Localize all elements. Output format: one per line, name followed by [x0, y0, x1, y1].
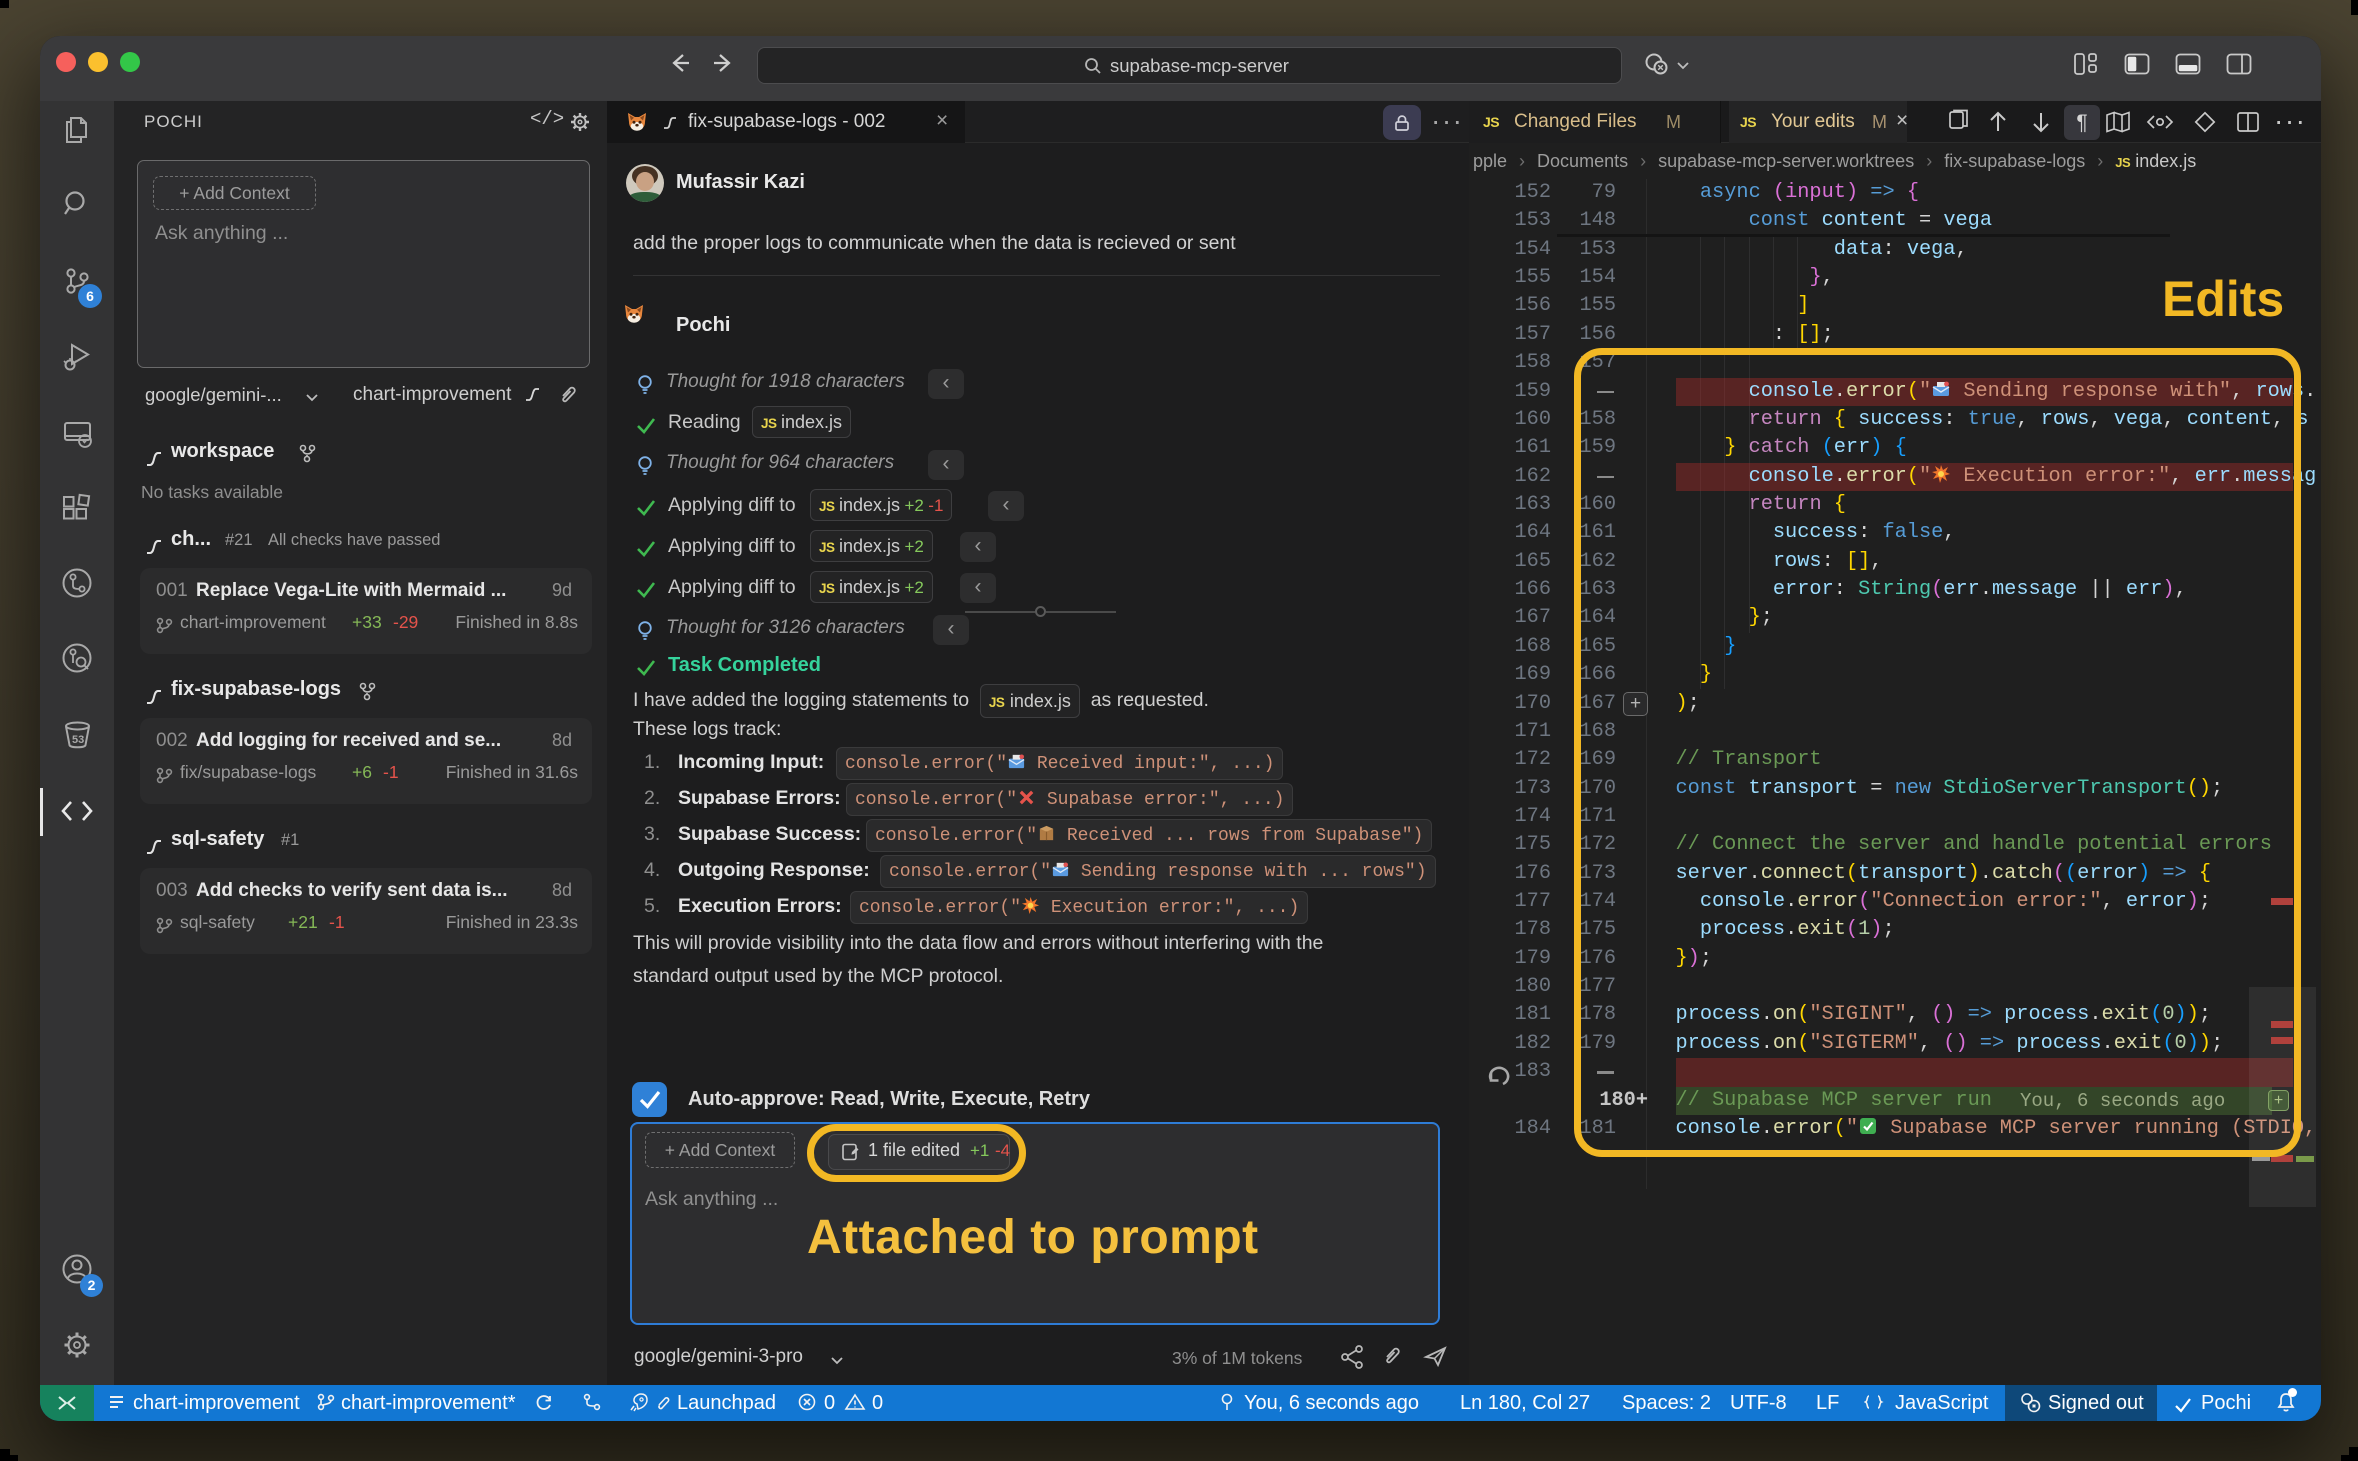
svg-text:53: 53	[72, 734, 84, 746]
